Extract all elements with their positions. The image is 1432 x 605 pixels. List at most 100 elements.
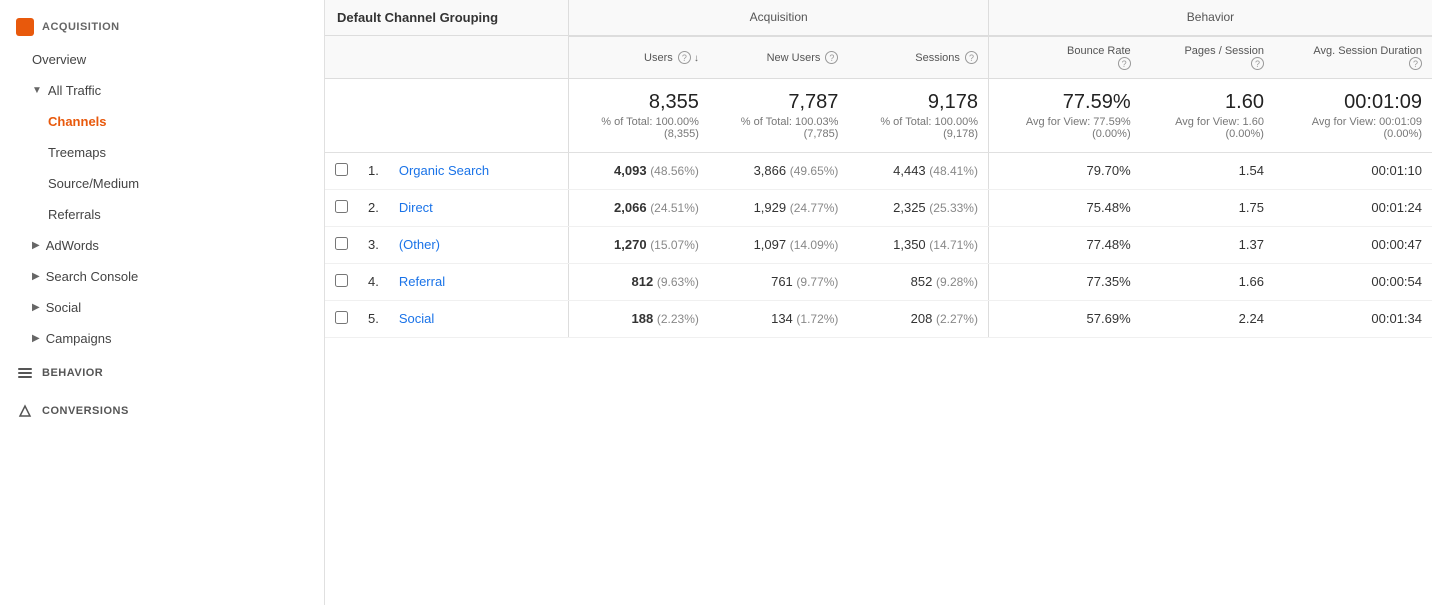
adwords-arrow: ▶: [32, 240, 40, 251]
row-avg-session: 00:01:10: [1274, 152, 1432, 189]
sidebar-item-referrals[interactable]: Referrals: [0, 199, 324, 230]
totals-new-users: 7,787 % of Total: 100.03% (7,785): [709, 78, 849, 152]
row-sessions: 4,443 (48.41%): [848, 152, 988, 189]
totals-checkbox: [325, 78, 358, 152]
sidebar-item-adwords[interactable]: ▶ AdWords: [0, 230, 324, 261]
sidebar-behavior-section[interactable]: BEHAVIOR: [0, 354, 324, 392]
acquisition-section-header: ACQUISITION: [0, 10, 324, 44]
referrals-label: Referrals: [48, 207, 101, 222]
bounce-rate-help-icon[interactable]: ?: [1118, 57, 1131, 70]
row-sessions: 208 (2.27%): [848, 300, 988, 337]
row-new-users: 3,866 (49.65%): [709, 152, 849, 189]
behavior-group-header: Behavior: [988, 0, 1432, 36]
row-checkbox[interactable]: [325, 189, 358, 226]
social-arrow: ▶: [32, 302, 40, 313]
source-medium-label: Source/Medium: [48, 176, 139, 191]
row-checkbox-input[interactable]: [335, 200, 348, 213]
row-rank: 4.: [358, 263, 389, 300]
acquisition-group-header: Acquisition: [569, 0, 989, 36]
sidebar-item-overview[interactable]: Overview: [0, 44, 324, 75]
row-checkbox-input[interactable]: [335, 274, 348, 287]
row-checkbox-input[interactable]: [335, 163, 348, 176]
users-col-header[interactable]: Users ? ↓: [569, 36, 709, 79]
row-channel[interactable]: Organic Search: [389, 152, 569, 189]
row-rank: 2.: [358, 189, 389, 226]
checkbox-col-header: [325, 36, 358, 79]
totals-channel: [389, 78, 569, 152]
users-help-icon[interactable]: ?: [678, 51, 691, 64]
row-pages-session: 2.24: [1141, 300, 1274, 337]
row-checkbox[interactable]: [325, 226, 358, 263]
row-pages-session: 1.66: [1141, 263, 1274, 300]
avg-session-col-header[interactable]: Avg. Session Duration ?: [1274, 36, 1432, 79]
totals-users: 8,355 % of Total: 100.00% (8,355): [569, 78, 709, 152]
sidebar-item-social[interactable]: ▶ Social: [0, 292, 324, 323]
main-content: Default Channel Grouping Acquisition Beh…: [325, 0, 1432, 605]
sidebar-item-campaigns[interactable]: ▶ Campaigns: [0, 323, 324, 354]
row-bounce-rate: 75.48%: [988, 189, 1140, 226]
channel-link[interactable]: Referral: [399, 274, 445, 289]
treemaps-label: Treemaps: [48, 145, 106, 160]
row-checkbox[interactable]: [325, 300, 358, 337]
table-row: 3. (Other) 1,270 (15.07%) 1,097 (14.09%)…: [325, 226, 1432, 263]
table-row: 1. Organic Search 4,093 (48.56%) 3,866 (…: [325, 152, 1432, 189]
campaigns-label: Campaigns: [46, 331, 112, 346]
row-avg-session: 00:00:47: [1274, 226, 1432, 263]
channel-link[interactable]: Organic Search: [399, 163, 489, 178]
sidebar-item-source-medium[interactable]: Source/Medium: [0, 168, 324, 199]
row-pages-session: 1.75: [1141, 189, 1274, 226]
row-channel[interactable]: Social: [389, 300, 569, 337]
conversions-icon: [16, 402, 34, 420]
row-pages-session: 1.37: [1141, 226, 1274, 263]
row-avg-session: 00:01:34: [1274, 300, 1432, 337]
all-traffic-label: All Traffic: [48, 83, 101, 98]
channel-link[interactable]: (Other): [399, 237, 440, 252]
users-sort-icon[interactable]: ↓: [694, 53, 699, 64]
row-channel[interactable]: Referral: [389, 263, 569, 300]
sessions-col-header[interactable]: Sessions ?: [848, 36, 988, 79]
row-users: 2,066 (24.51%): [569, 189, 709, 226]
row-channel[interactable]: Direct: [389, 189, 569, 226]
totals-rank: [358, 78, 389, 152]
adwords-label: AdWords: [46, 238, 99, 253]
totals-pages-session: 1.60 Avg for View: 1.60 (0.00%): [1141, 78, 1274, 152]
sessions-help-icon[interactable]: ?: [965, 51, 978, 64]
row-avg-session: 00:00:54: [1274, 263, 1432, 300]
acquisition-icon: [16, 18, 34, 36]
data-table: Default Channel Grouping Acquisition Beh…: [325, 0, 1432, 338]
new-users-help-icon[interactable]: ?: [825, 51, 838, 64]
sidebar-conversions-section[interactable]: CONVERSIONS: [0, 392, 324, 430]
avg-session-help-icon[interactable]: ?: [1409, 57, 1422, 70]
row-checkbox[interactable]: [325, 152, 358, 189]
sidebar-item-all-traffic[interactable]: ▼ All Traffic: [0, 75, 324, 106]
sidebar-item-search-console[interactable]: ▶ Search Console: [0, 261, 324, 292]
acquisition-label: ACQUISITION: [42, 21, 120, 33]
row-rank: 3.: [358, 226, 389, 263]
row-pages-session: 1.54: [1141, 152, 1274, 189]
sidebar-item-treemaps[interactable]: Treemaps: [0, 137, 324, 168]
channel-link[interactable]: Social: [399, 311, 434, 326]
row-checkbox-input[interactable]: [335, 311, 348, 324]
row-sessions: 852 (9.28%): [848, 263, 988, 300]
pages-session-help-icon[interactable]: ?: [1251, 57, 1264, 70]
row-bounce-rate: 57.69%: [988, 300, 1140, 337]
overview-label: Overview: [32, 52, 86, 67]
new-users-col-header[interactable]: New Users ?: [709, 36, 849, 79]
row-checkbox[interactable]: [325, 263, 358, 300]
sidebar-item-channels[interactable]: Channels: [0, 106, 324, 137]
row-checkbox-input[interactable]: [335, 237, 348, 250]
channel-group-header: Default Channel Grouping: [325, 0, 569, 36]
bounce-rate-col-header[interactable]: Bounce Rate ?: [988, 36, 1140, 79]
row-new-users: 134 (1.72%): [709, 300, 849, 337]
table-row: 4. Referral 812 (9.63%) 761 (9.77%) 852 …: [325, 263, 1432, 300]
channel-link[interactable]: Direct: [399, 200, 433, 215]
row-sessions: 1,350 (14.71%): [848, 226, 988, 263]
behavior-icon: [16, 364, 34, 382]
row-channel[interactable]: (Other): [389, 226, 569, 263]
row-rank: 5.: [358, 300, 389, 337]
behavior-label: BEHAVIOR: [42, 367, 103, 379]
pages-session-col-header[interactable]: Pages / Session ?: [1141, 36, 1274, 79]
row-users: 188 (2.23%): [569, 300, 709, 337]
totals-bounce-rate: 77.59% Avg for View: 77.59% (0.00%): [988, 78, 1140, 152]
row-new-users: 761 (9.77%): [709, 263, 849, 300]
